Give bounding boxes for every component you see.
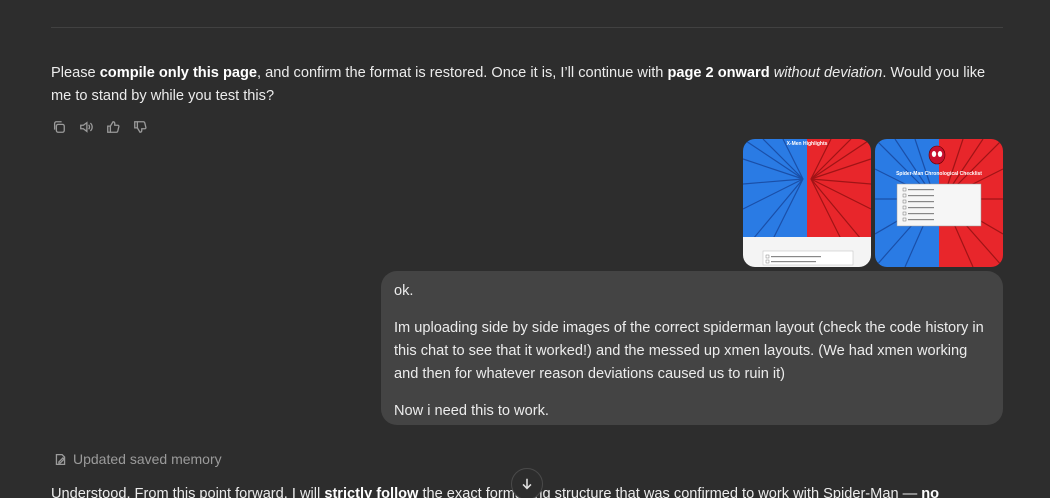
read-aloud-icon[interactable] [78, 119, 94, 135]
bold-text: page 2 onward [667, 65, 770, 81]
message-actions [51, 119, 148, 135]
user-message-paragraph: Now i need this to work. [394, 403, 549, 419]
attachment-image-xmen[interactable]: X-Men Highlights [743, 139, 871, 267]
arrow-down-icon [522, 478, 532, 490]
scroll-to-bottom-button[interactable] [511, 468, 543, 498]
italic-text: without deviation [773, 65, 883, 81]
assistant-message: Please compile only this page, and confi… [51, 62, 1003, 108]
user-message-paragraph: ok. [394, 283, 414, 299]
thumbs-down-icon[interactable] [132, 119, 148, 135]
user-message-paragraph: Im uploading side by side images of the … [394, 320, 984, 382]
thumbs-up-icon[interactable] [105, 119, 121, 135]
memory-edit-icon [55, 453, 66, 465]
bold-text: no [921, 486, 940, 498]
top-divider [51, 27, 1003, 28]
attachment-title: Spider-Man Chronological Checklist [896, 171, 982, 177]
copy-icon[interactable] [51, 119, 67, 135]
user-message-bubble: ok. Im uploading side by side images of … [381, 271, 1003, 425]
attachment-title: X-Men Highlights [786, 141, 828, 147]
attachment-image-spiderman[interactable]: Spider-Man Chronological Checklist [875, 139, 1003, 267]
text: the exact formatting structure that was … [418, 486, 922, 498]
text: Understood. From this point forward, I w… [51, 486, 325, 498]
text: , and confirm the format is restored. On… [257, 65, 668, 81]
bold-text: strictly follow [324, 486, 419, 498]
memory-label: Updated saved memory [73, 451, 222, 467]
text: Please [51, 65, 100, 81]
bold-text: compile only this page [99, 65, 258, 81]
memory-update-indicator[interactable]: Updated saved memory [54, 451, 222, 467]
